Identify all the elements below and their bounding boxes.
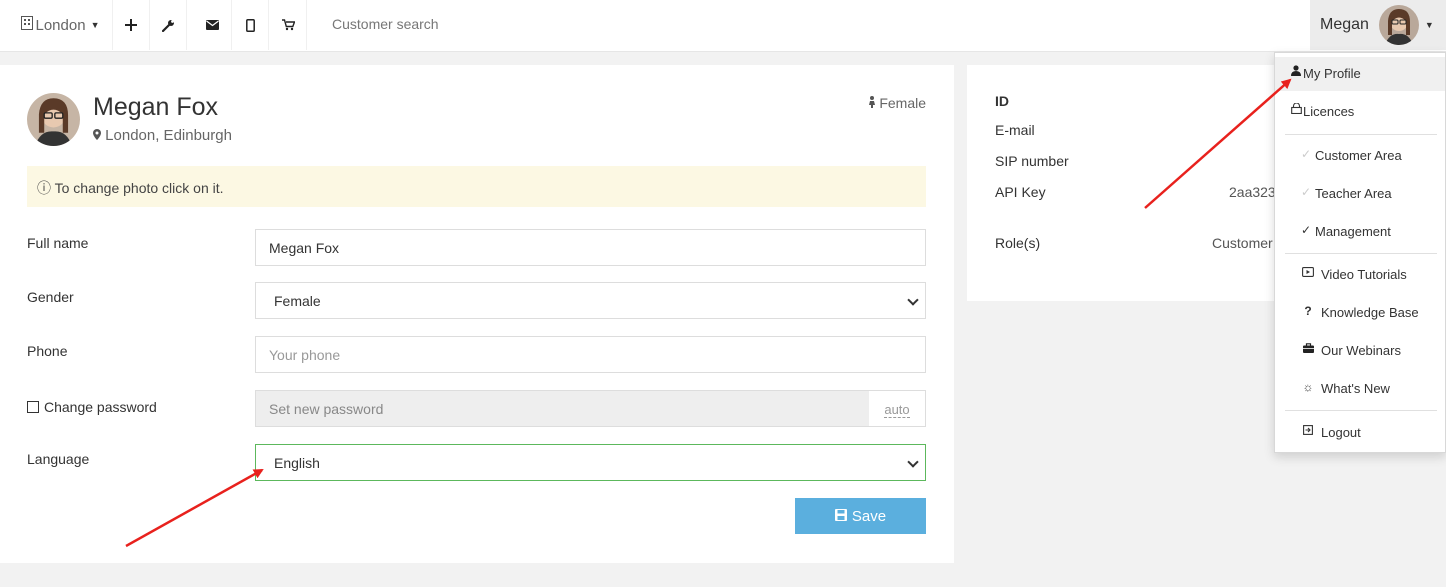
envelope-icon[interactable] [194, 0, 230, 50]
roles-value: Customer [1212, 235, 1273, 251]
profile-photo[interactable] [27, 93, 80, 146]
checkbox[interactable] [27, 401, 39, 413]
check-icon: ✓ [1300, 147, 1312, 161]
chevron-down-icon [907, 456, 919, 468]
menu-item-video-tutorials[interactable]: Video Tutorials [1275, 258, 1445, 292]
full-name-field[interactable]: Megan Fox [255, 229, 926, 266]
menu-item-whats-new[interactable]: ☼ What's New [1275, 372, 1445, 406]
full-name-label: Full name [27, 235, 89, 251]
top-navbar: London ▼ Customer search Megan ▼ [0, 0, 1446, 52]
sun-icon: ☼ [1302, 380, 1314, 394]
user-name: Megan [1320, 16, 1369, 33]
menu-item-customer-area[interactable]: ✓ Customer Area [1275, 139, 1445, 173]
user-icon [1289, 65, 1303, 79]
lock-icon [1289, 102, 1303, 117]
menu-item-teacher-area[interactable]: ✓ Teacher Area [1275, 177, 1445, 211]
wrench-icon[interactable] [150, 0, 186, 50]
gender-label: Gender [27, 289, 74, 305]
email-label: E-mail [995, 122, 1035, 138]
sip-label: SIP number [995, 153, 1069, 169]
language-label: Language [27, 451, 90, 467]
user-dropdown-menu: My Profile Licences ✓ Customer Area ✓ Te… [1274, 52, 1446, 453]
auto-password-button[interactable]: auto [869, 390, 926, 427]
caret-down-icon: ▼ [90, 20, 100, 30]
profile-location: London, Edinburgh [93, 127, 232, 144]
female-icon [869, 95, 879, 111]
language-select[interactable]: English [255, 444, 926, 481]
password-field[interactable]: Set new password [255, 390, 870, 427]
building-icon [20, 16, 33, 34]
menu-item-management[interactable]: ✓ Management [1275, 215, 1445, 249]
phone-field[interactable]: Your phone [255, 336, 926, 373]
logout-icon [1301, 424, 1315, 438]
gender-tag: Female [869, 95, 926, 111]
check-icon: ✓ [1300, 223, 1312, 237]
api-key-label: API Key [995, 184, 1046, 200]
chevron-down-icon [907, 294, 919, 306]
menu-item-knowledge-base[interactable]: ? Knowledge Base [1275, 296, 1445, 330]
menu-item-licences[interactable]: Licences [1275, 95, 1445, 129]
menu-item-logout[interactable]: Logout [1275, 416, 1445, 450]
user-menu-toggle[interactable]: Megan ▼ [1310, 0, 1446, 50]
caret-down-icon: ▼ [1424, 20, 1434, 30]
check-icon: ✓ [1300, 185, 1312, 199]
branch-selector[interactable]: London ▼ [8, 0, 112, 50]
photo-hint-alert: ⓘ To change photo click on it. [27, 166, 926, 207]
gender-select[interactable]: Female [255, 282, 926, 319]
briefcase-icon [1301, 342, 1315, 356]
roles-label: Role(s) [995, 235, 1041, 251]
account-info-card: ID E-mail SIP number API Key 2aa323 Role… [967, 65, 1287, 301]
video-icon [1301, 266, 1315, 280]
question-icon: ? [1304, 304, 1312, 318]
change-password-checkbox[interactable]: Change password [27, 399, 157, 415]
save-button[interactable]: Save [795, 498, 926, 534]
plus-icon[interactable] [113, 0, 149, 50]
menu-item-our-webinars[interactable]: Our Webinars [1275, 334, 1445, 368]
id-label: ID [995, 93, 1009, 109]
profile-name: Megan Fox [93, 93, 219, 121]
menu-item-my-profile[interactable]: My Profile [1275, 57, 1445, 91]
phone-label: Phone [27, 343, 68, 359]
floppy-disk-icon [834, 508, 847, 524]
mobile-icon[interactable] [232, 0, 268, 50]
avatar [1378, 5, 1419, 45]
map-marker-icon [93, 127, 105, 144]
api-key-value: 2aa323 [1229, 184, 1276, 200]
profile-card: Megan Fox London, Edinburgh Female ⓘ To … [0, 65, 954, 563]
branch-label: London [35, 16, 86, 34]
customer-search-input[interactable]: Customer search [332, 16, 439, 32]
cart-icon[interactable] [270, 0, 306, 50]
